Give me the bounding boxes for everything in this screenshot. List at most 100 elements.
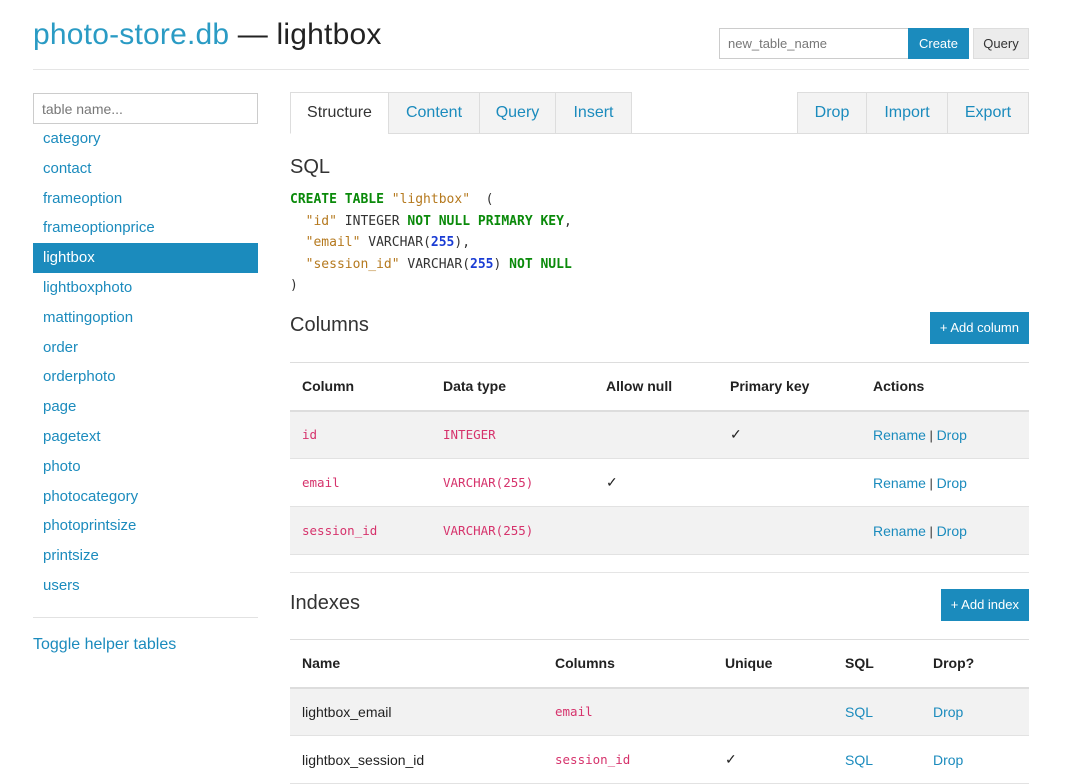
section-divider xyxy=(290,572,1029,573)
tab-insert[interactable]: Insert xyxy=(555,92,632,134)
database-name-link[interactable]: photo-store.db xyxy=(33,18,229,51)
index-header-columns: Columns xyxy=(543,639,713,689)
column-header-actions: Actions xyxy=(861,362,1029,412)
index-drop-cell: Drop xyxy=(921,687,1029,736)
index-sql-cell: SQL xyxy=(833,735,921,784)
table-row: lightbox_session_id session_id ✓ SQL Dro… xyxy=(290,735,1029,784)
sidebar-item-mattingoption[interactable]: mattingoption xyxy=(33,303,258,333)
table-row: email VARCHAR(255) ✓ Rename | Drop xyxy=(290,458,1029,507)
column-type: VARCHAR(255) xyxy=(431,458,594,507)
drop-column-link[interactable]: Drop xyxy=(937,475,967,491)
column-allow-null xyxy=(594,410,718,459)
index-sql-cell: SQL xyxy=(833,687,921,736)
index-columns: session_id xyxy=(543,735,713,784)
column-header-column: Column xyxy=(290,362,431,412)
drop-index-link[interactable]: Drop xyxy=(933,704,963,720)
sql-heading: SQL xyxy=(290,156,331,178)
column-type: VARCHAR(255) xyxy=(431,506,594,555)
index-header-drop: Drop? xyxy=(921,639,1029,689)
index-sql-link[interactable]: SQL xyxy=(845,704,873,720)
sidebar-item-orderphoto[interactable]: orderphoto xyxy=(33,362,258,392)
tab-bar: Structure Content Query Insert Drop Impo… xyxy=(290,92,1029,134)
action-separator: | xyxy=(929,523,933,539)
action-separator: | xyxy=(929,475,933,491)
column-actions: Rename | Drop xyxy=(861,458,1029,507)
columns-header-row: Column Data type Allow null Primary key … xyxy=(290,362,1029,412)
add-index-button[interactable]: + Add index xyxy=(940,589,1029,621)
table-list: category contact frameoption frameoption… xyxy=(33,124,258,601)
column-primary-key: ✓ xyxy=(718,410,861,459)
tab-import[interactable]: Import xyxy=(866,92,948,134)
title-separator: — xyxy=(229,18,277,51)
column-allow-null xyxy=(594,506,718,555)
index-unique xyxy=(713,687,833,736)
column-allow-null: ✓ xyxy=(594,458,718,507)
rename-column-link[interactable]: Rename xyxy=(873,475,926,491)
sidebar-item-photoprintsize[interactable]: photoprintsize xyxy=(33,511,258,541)
sidebar-item-category[interactable]: category xyxy=(33,124,258,154)
table-row: session_id VARCHAR(255) Rename | Drop xyxy=(290,506,1029,555)
indexes-heading: Indexes xyxy=(290,592,361,614)
sidebar: category contact frameoption frameoption… xyxy=(33,93,258,654)
sidebar-item-photocategory[interactable]: photocategory xyxy=(33,482,258,512)
index-columns: email xyxy=(543,687,713,736)
tab-drop[interactable]: Drop xyxy=(797,92,867,134)
query-button[interactable]: Query xyxy=(973,28,1029,59)
index-sql-link[interactable]: SQL xyxy=(845,752,873,768)
tab-structure[interactable]: Structure xyxy=(290,92,389,134)
action-separator: | xyxy=(929,427,933,443)
indexes-table: Name Columns Unique SQL Drop? lightbox_e… xyxy=(290,639,1029,784)
sidebar-item-frameoption[interactable]: frameoption xyxy=(33,184,258,214)
column-name: session_id xyxy=(290,506,431,555)
column-actions: Rename | Drop xyxy=(861,410,1029,459)
add-column-button[interactable]: + Add column xyxy=(929,312,1029,344)
current-table-name: lightbox xyxy=(276,18,382,51)
sidebar-item-lightboxphoto[interactable]: lightboxphoto xyxy=(33,273,258,303)
drop-index-link[interactable]: Drop xyxy=(933,752,963,768)
tab-query[interactable]: Query xyxy=(479,92,556,134)
drop-column-link[interactable]: Drop xyxy=(937,427,967,443)
main-content: Structure Content Query Insert Drop Impo… xyxy=(290,92,1029,784)
header: photo-store.db — lightbox Create Query xyxy=(33,14,1029,70)
index-unique: ✓ xyxy=(713,735,833,784)
new-table-name-input[interactable] xyxy=(719,28,908,59)
sidebar-item-frameoptionprice[interactable]: frameoptionprice xyxy=(33,213,258,243)
column-primary-key xyxy=(718,506,861,555)
columns-heading: Columns xyxy=(290,314,369,336)
column-primary-key xyxy=(718,458,861,507)
sidebar-item-printsize[interactable]: printsize xyxy=(33,541,258,571)
tab-export[interactable]: Export xyxy=(947,92,1029,134)
column-name: id xyxy=(290,410,431,459)
table-filter-input[interactable] xyxy=(33,93,258,124)
column-header-primary-key: Primary key xyxy=(718,362,861,412)
sidebar-divider xyxy=(33,616,258,618)
column-header-allow-null: Allow null xyxy=(594,362,718,412)
toggle-helper-tables-link[interactable]: Toggle helper tables xyxy=(33,636,258,654)
create-table-sql: CREATE TABLE "lightbox" ( "id" INTEGER N… xyxy=(290,192,572,293)
table-row: lightbox_email email SQL Drop xyxy=(290,687,1029,736)
rename-column-link[interactable]: Rename xyxy=(873,523,926,539)
index-header-unique: Unique xyxy=(713,639,833,689)
index-name: lightbox_session_id xyxy=(290,735,543,784)
column-header-data-type: Data type xyxy=(431,362,594,412)
drop-column-link[interactable]: Drop xyxy=(937,523,967,539)
sidebar-item-lightbox[interactable]: lightbox xyxy=(33,243,258,273)
tab-content[interactable]: Content xyxy=(388,92,480,134)
new-table-form: Create Query xyxy=(719,28,1029,59)
index-header-sql: SQL xyxy=(833,639,921,689)
sidebar-item-pagetext[interactable]: pagetext xyxy=(33,422,258,452)
sidebar-item-photo[interactable]: photo xyxy=(33,452,258,482)
table-row: id INTEGER ✓ Rename | Drop xyxy=(290,410,1029,459)
column-type: INTEGER xyxy=(431,410,594,459)
rename-column-link[interactable]: Rename xyxy=(873,427,926,443)
page-title: photo-store.db — lightbox xyxy=(33,18,382,52)
sidebar-item-contact[interactable]: contact xyxy=(33,154,258,184)
sidebar-item-order[interactable]: order xyxy=(33,333,258,363)
index-header-name: Name xyxy=(290,639,543,689)
indexes-header-row: Name Columns Unique SQL Drop? xyxy=(290,639,1029,689)
column-actions: Rename | Drop xyxy=(861,506,1029,555)
index-name: lightbox_email xyxy=(290,687,543,736)
sidebar-item-users[interactable]: users xyxy=(33,571,258,601)
create-table-button[interactable]: Create xyxy=(908,28,969,59)
sidebar-item-page[interactable]: page xyxy=(33,392,258,422)
